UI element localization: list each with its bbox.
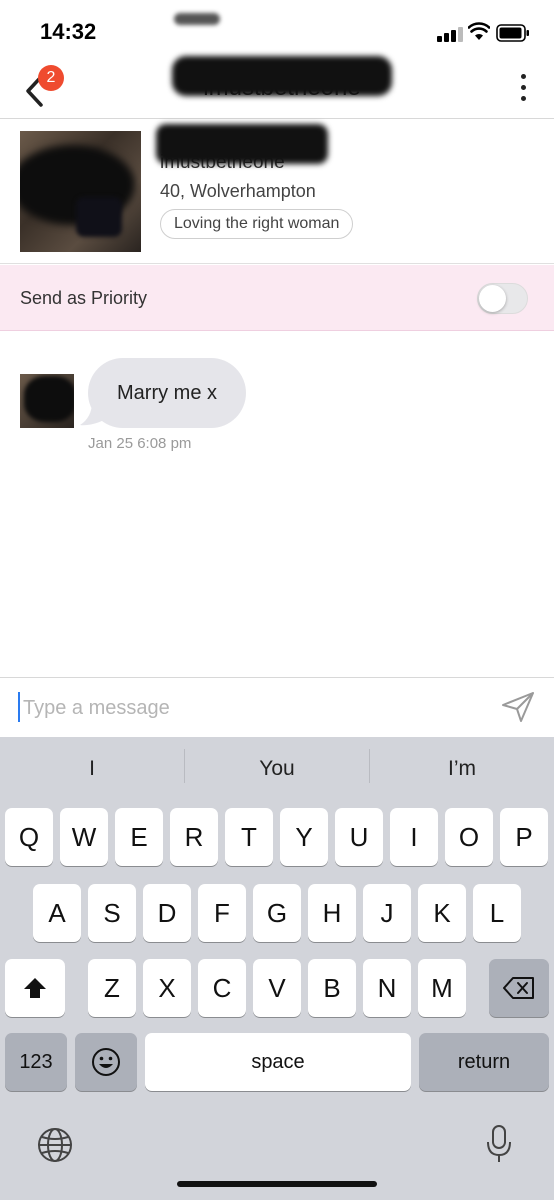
more-options-button[interactable] bbox=[508, 70, 538, 106]
key-p[interactable]: P bbox=[500, 808, 548, 866]
key-v[interactable]: V bbox=[253, 959, 301, 1017]
key-u[interactable]: U bbox=[335, 808, 383, 866]
battery-icon bbox=[496, 24, 529, 42]
message-composer bbox=[0, 677, 554, 737]
priority-label: Send as Priority bbox=[20, 288, 148, 308]
send-icon[interactable] bbox=[500, 690, 536, 724]
profile-location: 40, Wolverhampton bbox=[160, 181, 316, 201]
unread-badge: 2 bbox=[38, 65, 64, 91]
key-q[interactable]: Q bbox=[5, 808, 53, 866]
emoji-icon bbox=[92, 1048, 120, 1076]
key-g[interactable]: G bbox=[253, 884, 301, 942]
profile-card[interactable]: imustbetheone 40, Wolverhampton Loving t… bbox=[0, 119, 554, 264]
delete-key[interactable] bbox=[489, 959, 549, 1017]
key-l[interactable]: L bbox=[473, 884, 521, 942]
redaction-mark bbox=[156, 124, 328, 164]
nav-header: 2 imustbetheone bbox=[0, 56, 554, 119]
message-input[interactable] bbox=[23, 688, 483, 728]
suggestion-item[interactable]: You bbox=[185, 757, 369, 781]
return-key[interactable]: return bbox=[419, 1033, 549, 1091]
signal-icon bbox=[437, 26, 463, 42]
message-bubble[interactable]: Marry me x bbox=[88, 358, 246, 428]
microphone-icon[interactable] bbox=[485, 1124, 513, 1164]
profile-tag: Loving the right woman bbox=[160, 209, 354, 239]
back-button[interactable]: 2 bbox=[18, 64, 72, 112]
key-o[interactable]: O bbox=[445, 808, 493, 866]
priority-toggle[interactable] bbox=[477, 283, 528, 314]
text-cursor bbox=[18, 692, 20, 722]
keyboard: I You I’m Q W E R T Y U I O P A S D F G … bbox=[0, 737, 554, 1200]
status-time: 14:32 bbox=[40, 19, 97, 44]
emoji-key[interactable] bbox=[75, 1033, 137, 1091]
numbers-key[interactable]: 123 bbox=[5, 1033, 67, 1091]
status-bar: 14:32 bbox=[0, 0, 554, 56]
key-y[interactable]: Y bbox=[280, 808, 328, 866]
profile-photo[interactable] bbox=[20, 131, 141, 252]
shift-key[interactable] bbox=[5, 959, 65, 1017]
key-j[interactable]: J bbox=[363, 884, 411, 942]
key-r[interactable]: R bbox=[170, 808, 218, 866]
globe-icon[interactable] bbox=[37, 1127, 73, 1163]
key-k[interactable]: K bbox=[418, 884, 466, 942]
backspace-icon bbox=[503, 977, 534, 999]
key-e[interactable]: E bbox=[115, 808, 163, 866]
key-m[interactable]: M bbox=[418, 959, 466, 1017]
home-indicator bbox=[177, 1181, 377, 1187]
suggestion-item[interactable]: I bbox=[0, 757, 184, 781]
suggestion-item[interactable]: I’m bbox=[370, 757, 554, 781]
priority-row: Send as Priority bbox=[0, 265, 554, 331]
key-d[interactable]: D bbox=[143, 884, 191, 942]
key-s[interactable]: S bbox=[88, 884, 136, 942]
key-a[interactable]: A bbox=[33, 884, 81, 942]
message-text: Marry me x bbox=[117, 382, 217, 404]
message-timestamp: Jan 25 6:08 pm bbox=[88, 435, 192, 452]
shift-icon bbox=[24, 978, 46, 998]
key-f[interactable]: F bbox=[198, 884, 246, 942]
redaction-mark bbox=[174, 13, 220, 25]
key-t[interactable]: T bbox=[225, 808, 273, 866]
key-w[interactable]: W bbox=[60, 808, 108, 866]
key-i[interactable]: I bbox=[390, 808, 438, 866]
space-key[interactable]: space bbox=[145, 1033, 411, 1091]
wifi-icon bbox=[468, 22, 490, 40]
key-z[interactable]: Z bbox=[88, 959, 136, 1017]
toggle-knob bbox=[479, 285, 506, 312]
sender-avatar[interactable] bbox=[20, 374, 74, 428]
key-c[interactable]: C bbox=[198, 959, 246, 1017]
key-n[interactable]: N bbox=[363, 959, 411, 1017]
key-b[interactable]: B bbox=[308, 959, 356, 1017]
key-x[interactable]: X bbox=[143, 959, 191, 1017]
suggestion-bar: I You I’m bbox=[0, 737, 554, 803]
redaction-mark bbox=[172, 56, 392, 96]
key-h[interactable]: H bbox=[308, 884, 356, 942]
